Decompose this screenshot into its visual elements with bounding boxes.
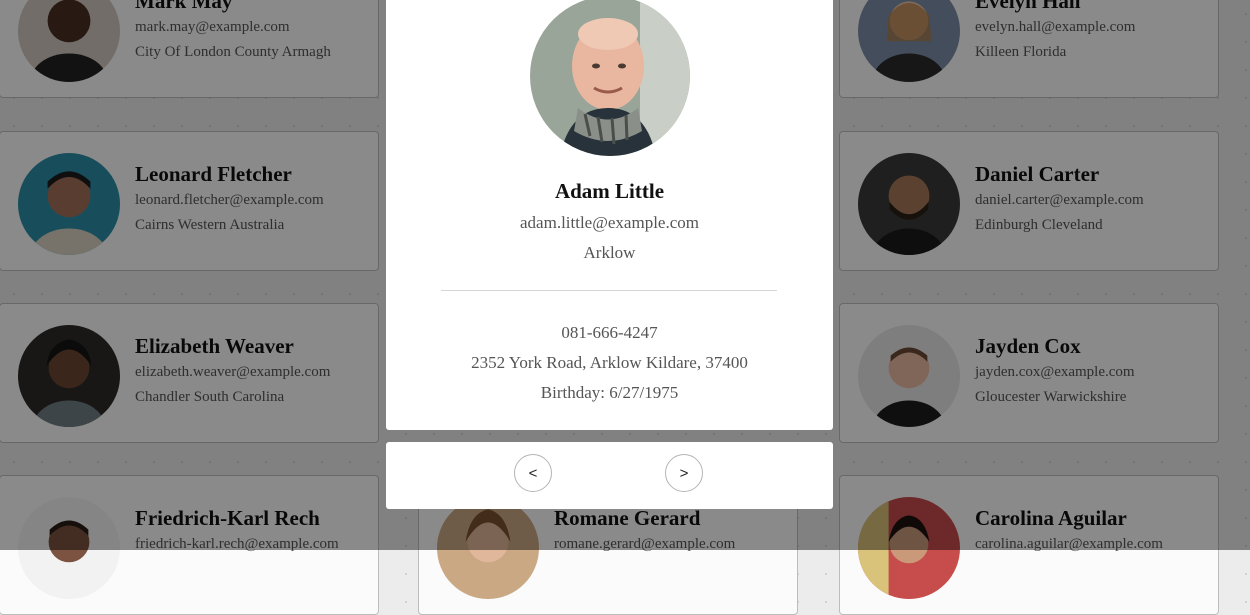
modal-nav: < > bbox=[386, 442, 833, 509]
modal-email: adam.little@example.com bbox=[520, 213, 699, 232]
modal-avatar bbox=[530, 0, 690, 156]
modal-name: Adam Little bbox=[554, 179, 665, 203]
next-button[interactable]: > bbox=[665, 454, 703, 492]
modal-city: Arklow bbox=[583, 243, 636, 262]
employee-modal: Adam Little adam.little@example.com Arkl… bbox=[386, 0, 833, 430]
modal-phone: 081-666-4247 bbox=[561, 323, 658, 342]
modal-divider bbox=[441, 290, 777, 291]
modal-birthday: Birthday: 6/27/1975 bbox=[540, 383, 679, 402]
previous-button[interactable]: < bbox=[514, 454, 552, 492]
modal-address: 2352 York Road, Arklow Kildare, 37400 bbox=[471, 353, 748, 372]
